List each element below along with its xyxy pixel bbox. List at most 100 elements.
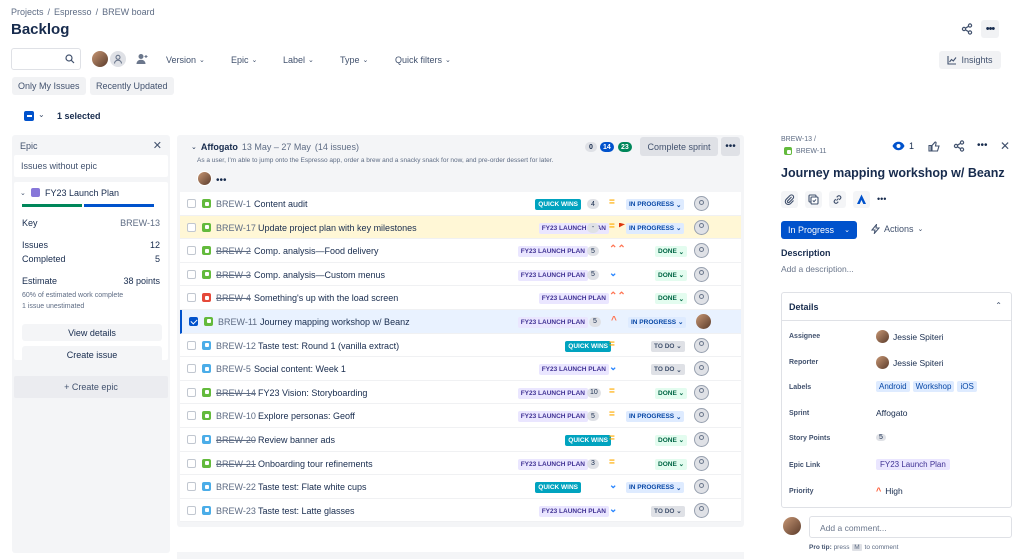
label-tag[interactable]: Workshop [912, 381, 955, 392]
status-dropdown[interactable]: DONE ⌄ [655, 458, 688, 470]
issue-checkbox[interactable] [187, 222, 196, 232]
issue-summary[interactable]: Taste test: Flate white cups [258, 482, 367, 492]
filter-label[interactable]: Label ⌄ [283, 55, 314, 65]
issue-checkbox[interactable] [187, 293, 196, 303]
assignee-avatar[interactable] [694, 196, 709, 211]
issue-key[interactable]: BREW-5 [216, 364, 251, 374]
assignee-avatar[interactable] [694, 266, 709, 282]
only-my-issues-button[interactable]: Only My Issues [12, 77, 86, 95]
status-dropdown[interactable]: DONE ⌄ [655, 246, 688, 258]
like-button[interactable] [928, 140, 940, 154]
more-icon[interactable]: ••• [216, 175, 227, 186]
issues-without-epic[interactable]: Issues without epic [14, 155, 168, 177]
avatar[interactable] [197, 171, 212, 186]
issue-summary[interactable]: Review banner ads [258, 435, 335, 445]
epic-link-field[interactable]: FY23 Launch Plan [876, 459, 950, 470]
status-dropdown[interactable]: DONE ⌄ [655, 387, 688, 399]
details-header[interactable]: Details [789, 302, 819, 312]
assignee-avatar[interactable] [694, 384, 709, 400]
label-tag[interactable]: iOS [957, 381, 977, 392]
issue-summary[interactable]: Update project plan with key milestones [258, 223, 417, 233]
issue-key[interactable]: BREW-21 [216, 459, 256, 469]
epic-lozenge[interactable]: QUICK WINS [535, 199, 581, 210]
assignee-avatar[interactable] [694, 243, 709, 259]
watch-button[interactable]: 1 [892, 141, 914, 151]
breadcrumb-project[interactable]: Espresso [54, 7, 92, 17]
select-all-checkbox[interactable] [24, 111, 34, 121]
issue-key[interactable]: BREW-2 [216, 246, 251, 256]
epic-lozenge[interactable]: FY23 LAUNCH PLAN [538, 364, 609, 376]
description-input[interactable]: Add a description... [781, 264, 854, 274]
issue-key[interactable]: BREW-4 [216, 293, 251, 303]
filter-epic[interactable]: Epic ⌄ [231, 55, 257, 65]
epic-lozenge[interactable]: FY23 LAUNCH PLAN [517, 387, 588, 399]
issue-checkbox[interactable] [187, 411, 196, 421]
issue-key[interactable]: BREW-1 [216, 199, 251, 209]
label-tag[interactable]: Android [876, 381, 910, 392]
issue-row[interactable]: BREW-23 Taste test: Latte glasses FY23 LAU… [180, 498, 741, 523]
more-icon[interactable]: ••• [877, 194, 886, 204]
close-icon[interactable]: ✕ [1000, 139, 1010, 153]
issue-summary[interactable]: Comp. analysis—Custom menus [254, 270, 385, 280]
sprint-header[interactable]: ⌄ Affogato 13 May – 27 May (14 issues) [191, 142, 359, 152]
assignee-avatar[interactable] [694, 502, 709, 518]
issue-summary[interactable]: Something's up with the load screen [254, 293, 398, 303]
sprint-more-button[interactable]: ••• [721, 137, 740, 156]
status-dropdown[interactable]: IN PROGRESS ⌄ [626, 222, 685, 234]
issue-summary[interactable]: Journey mapping workshop w/ Beanz [260, 317, 410, 327]
issue-key[interactable]: BREW-14 [216, 388, 256, 398]
share-button[interactable] [958, 20, 976, 38]
issue-checkbox[interactable] [187, 364, 196, 374]
issue-key[interactable]: BREW-22 [216, 482, 256, 492]
epic-lozenge[interactable]: FY23 LAUNCH PLAN [517, 269, 588, 281]
epic-lozenge[interactable]: FY23 LAUNCH PLAN [538, 505, 609, 517]
detail-parent[interactable]: BREW-11 [784, 147, 826, 155]
issue-summary[interactable]: FY23 Vision: Storyboarding [258, 388, 367, 398]
issue-checkbox[interactable] [187, 387, 196, 397]
assignee-avatar[interactable] [694, 337, 709, 353]
status-dropdown[interactable]: IN PROGRESS ⌄ [628, 316, 687, 328]
avatar[interactable] [109, 50, 127, 68]
detail-breadcrumb[interactable]: BREW-13 / [781, 136, 816, 143]
add-child-issue-button[interactable] [805, 191, 822, 208]
assignee-avatar[interactable] [694, 431, 709, 447]
issue-row[interactable]: BREW-20 Review banner ads QUICK WINS = DONE … [180, 427, 741, 452]
issue-summary[interactable]: Content audit [254, 199, 308, 209]
issue-row[interactable]: BREW-21 Onboarding tour refinements FY23 L… [180, 451, 741, 476]
filter-quick-filters[interactable]: Quick filters ⌄ [395, 55, 451, 65]
status-dropdown[interactable]: IN PROGRESS ⌄ [626, 199, 685, 210]
breadcrumb-projects[interactable]: Projects [11, 7, 44, 17]
epic-lozenge[interactable]: FY23 LAUNCH PLAN [517, 458, 588, 470]
chevron-down-icon[interactable]: ⌄ [191, 143, 197, 151]
issue-row[interactable]: BREW-12 Taste test: Round 1 (vanilla extr… [180, 333, 741, 358]
issue-summary[interactable]: Taste test: Latte glasses [258, 506, 355, 516]
issue-key[interactable]: BREW-10 [216, 411, 256, 421]
issue-checkbox[interactable] [189, 316, 198, 326]
complete-sprint-button[interactable]: Complete sprint [640, 137, 718, 156]
epic-lozenge[interactable]: FY23 LAUNCH PLAN [517, 411, 588, 423]
issue-key[interactable]: BREW-20 [216, 435, 256, 445]
create-issue-button[interactable]: Create issue [22, 346, 162, 363]
issue-key[interactable]: BREW-17 [216, 223, 256, 233]
recently-updated-button[interactable]: Recently Updated [90, 77, 174, 95]
reporter-field[interactable]: Jessie Spiteri [876, 356, 944, 369]
assignee-avatar[interactable] [694, 479, 709, 495]
issue-checkbox[interactable] [187, 458, 196, 468]
assignee-avatar[interactable] [694, 290, 709, 306]
share-button[interactable] [953, 140, 965, 154]
epic-lozenge[interactable]: FY23 LAUNCH PLAN [517, 316, 588, 328]
issue-key[interactable]: BREW-11 [218, 317, 257, 327]
priority-field[interactable]: ^ High [876, 486, 903, 496]
status-dropdown[interactable]: TO DO ⌄ [651, 505, 685, 517]
labels-field[interactable]: Android Workshop iOS [876, 381, 977, 392]
issue-row[interactable]: BREW-17 Update project plan with key mile… [180, 215, 741, 240]
insights-button[interactable]: Insights [939, 51, 1001, 69]
issue-summary[interactable]: Comp. analysis—Food delivery [254, 246, 379, 256]
issue-row[interactable]: BREW-10 Explore personas: Geoff FY23 LAUNC… [180, 404, 741, 428]
epic-lozenge[interactable]: QUICK WINS [535, 482, 581, 494]
issue-checkbox[interactable] [187, 434, 196, 444]
issue-row[interactable]: BREW-11 Journey mapping workshop w/ Beanz… [180, 309, 741, 334]
epic-lozenge[interactable]: FY23 LAUNCH PLAN [538, 293, 609, 305]
atlassian-button[interactable] [853, 191, 870, 208]
filter-version[interactable]: Version ⌄ [166, 55, 205, 65]
